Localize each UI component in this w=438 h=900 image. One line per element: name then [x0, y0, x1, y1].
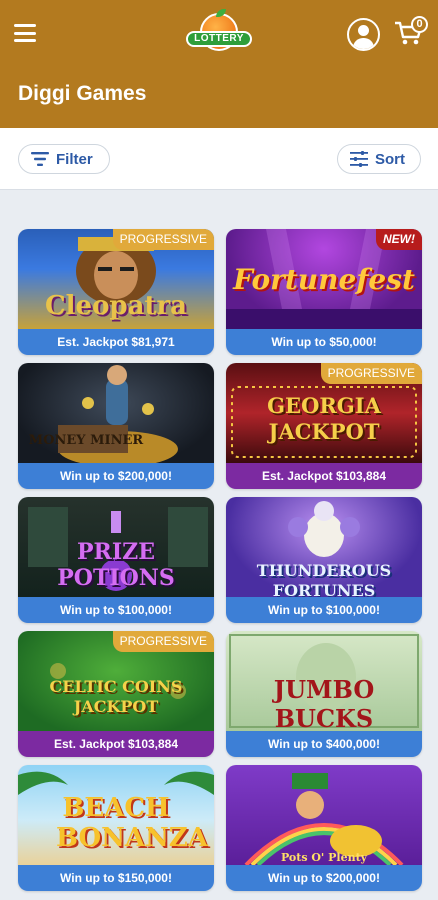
- account-icon[interactable]: [347, 18, 380, 51]
- game-art: BEACH BONANZA: [18, 765, 214, 865]
- filter-label: Filter: [56, 150, 93, 168]
- game-title: CELTIC COINS JACKPOT: [49, 677, 183, 716]
- game-caption: Win up to $150,000!: [18, 865, 214, 891]
- lottery-logo[interactable]: LOTTERY: [186, 9, 252, 53]
- game-caption: Win up to $100,000!: [18, 597, 214, 623]
- game-title: JUMBO BUCKS: [273, 675, 375, 731]
- game-art: PRIZE POTIONS: [18, 497, 214, 597]
- game-caption: Win up to $200,000!: [18, 463, 214, 489]
- game-art: Pots O' Plenty: [226, 765, 422, 865]
- game-tile-thunderous-fortunes[interactable]: THUNDEROUS FORTUNES Win up to $100,000!: [226, 497, 422, 623]
- game-tile-celtic-coins-jackpot[interactable]: CELTIC COINS JACKPOT PROGRESSIVE Est. Ja…: [18, 631, 214, 757]
- game-caption: Win up to $400,000!: [226, 731, 422, 757]
- game-title: GEORGIA JACKPOT: [267, 393, 381, 444]
- game-title: BEACH BONANZA: [56, 793, 208, 853]
- game-tile-pots-o-plenty[interactable]: Pots O' Plenty Win up to $200,000!: [226, 765, 422, 891]
- sliders-icon: [350, 151, 368, 167]
- game-art: MONEY MINER: [18, 363, 214, 463]
- progressive-badge: PROGRESSIVE: [320, 363, 422, 384]
- cart-button[interactable]: 0: [394, 14, 430, 50]
- page-title: Diggi Games: [18, 82, 147, 105]
- app-header: LOTTERY 0 Diggi Games: [0, 0, 438, 128]
- game-title: Fortunefest: [233, 263, 415, 296]
- game-tile-fortunefest[interactable]: Fortunefest NEW! Win up to $50,000!: [226, 229, 422, 355]
- game-title: Cleopatra: [44, 291, 188, 321]
- sort-button[interactable]: Sort: [337, 144, 421, 174]
- progressive-badge: PROGRESSIVE: [112, 229, 214, 250]
- menu-icon[interactable]: [14, 24, 36, 42]
- game-caption: Win up to $100,000!: [226, 597, 422, 623]
- game-caption: Win up to $50,000!: [226, 329, 422, 355]
- new-badge: NEW!: [376, 229, 422, 250]
- game-caption: Est. Jackpot $103,884: [226, 463, 422, 489]
- game-tile-beach-bonanza[interactable]: BEACH BONANZA Win up to $150,000!: [18, 765, 214, 891]
- game-caption: Win up to $200,000!: [226, 865, 422, 891]
- game-title: PRIZE POTIONS: [57, 539, 175, 591]
- game-caption: Est. Jackpot $81,971: [18, 329, 214, 355]
- game-grid: Cleopatra PROGRESSIVE Est. Jackpot $81,9…: [18, 229, 422, 891]
- filter-icon: [31, 152, 49, 166]
- cart-count-badge: 0: [411, 16, 428, 33]
- game-art: JUMBO BUCKS: [226, 631, 422, 731]
- game-tile-jumbo-bucks[interactable]: JUMBO BUCKS Win up to $400,000!: [226, 631, 422, 757]
- game-tile-cleopatra[interactable]: Cleopatra PROGRESSIVE Est. Jackpot $81,9…: [18, 229, 214, 355]
- sort-label: Sort: [375, 150, 405, 168]
- filter-sort-bar: Filter Sort: [0, 128, 438, 190]
- progressive-badge: PROGRESSIVE: [112, 631, 214, 652]
- filter-button[interactable]: Filter: [18, 144, 110, 174]
- game-title: MONEY MINER: [28, 433, 144, 448]
- game-title: THUNDEROUS FORTUNES: [256, 561, 392, 597]
- game-caption: Est. Jackpot $103,884: [18, 731, 214, 757]
- game-art: THUNDEROUS FORTUNES: [226, 497, 422, 597]
- game-tile-money-miner[interactable]: MONEY MINER Win up to $200,000!: [18, 363, 214, 489]
- game-tile-prize-potions[interactable]: PRIZE POTIONS Win up to $100,000!: [18, 497, 214, 623]
- game-tile-georgia-jackpot[interactable]: GEORGIA JACKPOT PROGRESSIVE Est. Jackpot…: [226, 363, 422, 489]
- game-title: Pots O' Plenty: [280, 851, 368, 864]
- logo-text: LOTTERY: [186, 31, 252, 47]
